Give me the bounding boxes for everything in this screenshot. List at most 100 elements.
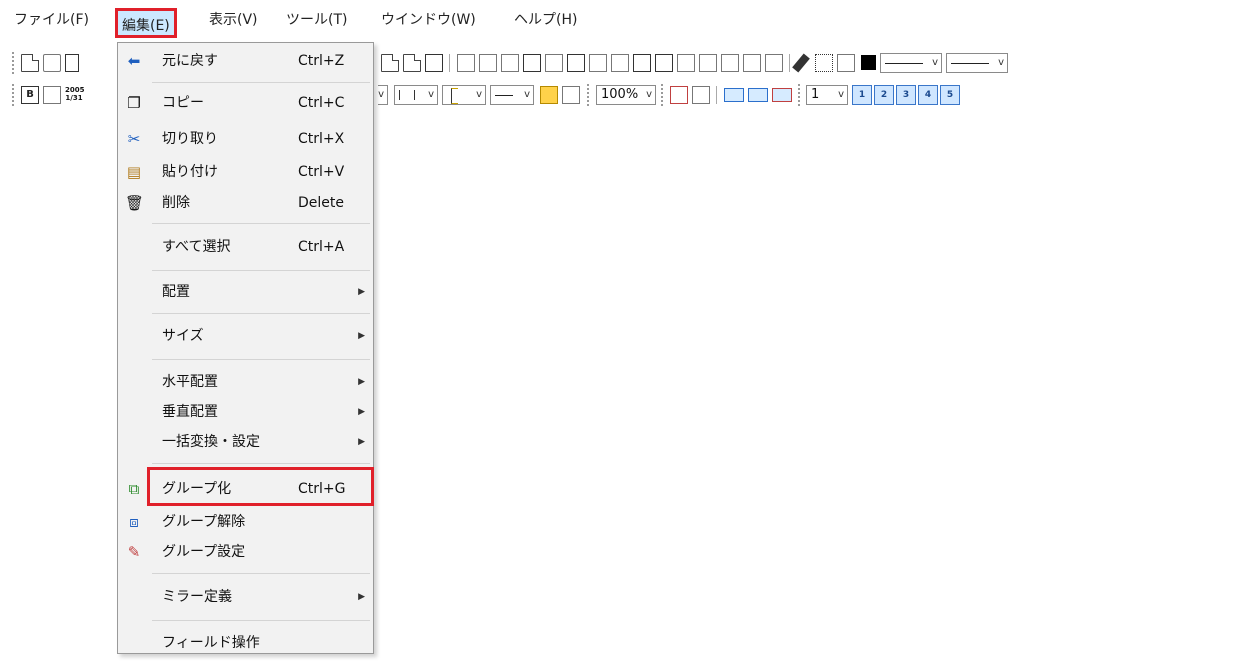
fill-color-swatch[interactable] bbox=[861, 55, 876, 70]
page-select[interactable]: 1 v bbox=[806, 85, 848, 105]
day-format-icon[interactable] bbox=[721, 54, 739, 72]
shape-icon[interactable] bbox=[381, 54, 399, 72]
align-select[interactable]: v bbox=[378, 85, 388, 105]
toolbar-grip[interactable] bbox=[661, 84, 666, 106]
border-select[interactable]: v bbox=[394, 85, 438, 105]
page-2-button[interactable]: 2 bbox=[874, 85, 894, 105]
menu-item-size[interactable]: サイズ ▶ bbox=[118, 318, 373, 354]
table-icon[interactable] bbox=[655, 54, 673, 72]
toolbar-grip[interactable] bbox=[12, 52, 17, 74]
menu-separator bbox=[152, 463, 370, 464]
time-icon[interactable] bbox=[765, 54, 783, 72]
highlight-group-item bbox=[147, 467, 374, 506]
menu-item-label: 削除 bbox=[162, 195, 190, 211]
menu-item-select-all[interactable]: すべて選択 Ctrl+A bbox=[118, 229, 373, 265]
toolbar-grip[interactable] bbox=[798, 84, 803, 106]
menu-item-label: ミラー定義 bbox=[162, 589, 232, 605]
menu-tools[interactable]: ツール(T) bbox=[286, 0, 347, 40]
menu-item-label: 切り取り bbox=[162, 131, 218, 147]
menu-item-shortcut: Ctrl+C bbox=[298, 95, 345, 111]
chevron-down-icon: v bbox=[524, 89, 530, 100]
tool-icon-f[interactable] bbox=[589, 54, 607, 72]
menu-item-cut[interactable]: ✂ 切り取り Ctrl+X bbox=[118, 121, 373, 157]
menu-item-label: サイズ bbox=[162, 328, 204, 344]
vertical-line-select[interactable]: v bbox=[442, 85, 486, 105]
tool-icon-a[interactable] bbox=[457, 54, 475, 72]
new-file-icon[interactable] bbox=[21, 54, 39, 72]
page-back-icon[interactable] bbox=[724, 88, 744, 102]
menu-separator bbox=[152, 223, 370, 224]
chevron-down-icon: v bbox=[932, 57, 938, 68]
tool-icon-e[interactable] bbox=[545, 54, 563, 72]
month-format-icon[interactable] bbox=[699, 54, 717, 72]
open-folder-icon[interactable] bbox=[43, 54, 61, 72]
menu-item-undo[interactable]: ⬅ 元に戻す Ctrl+Z bbox=[118, 43, 373, 79]
page-5-button[interactable]: 5 bbox=[940, 85, 960, 105]
print-preview-icon[interactable] bbox=[670, 86, 688, 104]
menu-item-label: 元に戻す bbox=[162, 53, 218, 69]
page-4-button[interactable]: 4 bbox=[918, 85, 938, 105]
menu-item-group-settings[interactable]: ✎ グループ設定 bbox=[118, 534, 373, 570]
chevron-down-icon: v bbox=[838, 89, 844, 100]
menu-item-arrange[interactable]: 配置 ▶ bbox=[118, 274, 373, 310]
fill-color-icon[interactable] bbox=[540, 86, 558, 104]
number-format-icon[interactable] bbox=[43, 86, 61, 104]
list-icon[interactable] bbox=[633, 54, 651, 72]
menu-item-delete[interactable]: 🗑 削除 Delete bbox=[118, 185, 373, 221]
chevron-down-icon: v bbox=[428, 89, 434, 100]
calculator-icon[interactable] bbox=[692, 86, 710, 104]
menu-separator bbox=[152, 359, 370, 360]
line-select[interactable]: v bbox=[490, 85, 534, 105]
calendar-icon[interactable] bbox=[743, 54, 761, 72]
menu-file[interactable]: ファイル(F) bbox=[14, 0, 89, 40]
page-front-icon[interactable] bbox=[748, 88, 768, 102]
menu-item-copy[interactable]: ❐ コピー Ctrl+C bbox=[118, 85, 373, 121]
menu-separator bbox=[152, 620, 370, 621]
menu-item-label: コピー bbox=[162, 95, 204, 111]
date-icon-year: 2005 bbox=[65, 86, 85, 94]
page-3-button[interactable]: 3 bbox=[896, 85, 916, 105]
barcode-icon[interactable] bbox=[815, 54, 833, 72]
menu-item-batch-convert[interactable]: 一括変換・設定 ▶ bbox=[118, 424, 373, 460]
menu-item-field-operations[interactable]: フィールド操作 bbox=[118, 625, 373, 661]
toolbar-grip[interactable] bbox=[587, 84, 592, 106]
toolbar-grip[interactable] bbox=[12, 84, 17, 106]
menu-edit[interactable]: 編集(E) bbox=[115, 8, 177, 38]
menu-window[interactable]: ウインドウ(W) bbox=[381, 0, 476, 40]
save-icon[interactable] bbox=[65, 54, 79, 72]
date-format-icon[interactable] bbox=[677, 54, 695, 72]
zoom-select[interactable]: 100% v bbox=[596, 85, 656, 105]
menu-help[interactable]: ヘルプ(H) bbox=[514, 0, 577, 40]
menu-item-shortcut: Delete bbox=[298, 195, 344, 211]
line-width-select[interactable]: v bbox=[946, 53, 1008, 73]
page-value: 1 bbox=[811, 87, 820, 102]
page-1-button[interactable]: 1 bbox=[852, 85, 872, 105]
page-a-icon[interactable] bbox=[772, 88, 792, 102]
image-icon[interactable] bbox=[837, 54, 855, 72]
chevron-down-icon: v bbox=[476, 89, 482, 100]
tool-icon-c[interactable] bbox=[501, 54, 519, 72]
menu-item-mirror-definition[interactable]: ミラー定義 ▶ bbox=[118, 579, 373, 615]
tool-icon-b[interactable] bbox=[479, 54, 497, 72]
menu-item-shortcut: Ctrl+A bbox=[298, 239, 345, 255]
menu-view[interactable]: 表示(V) bbox=[209, 0, 258, 40]
frame-color-icon[interactable] bbox=[562, 86, 580, 104]
frame-icon[interactable] bbox=[425, 54, 443, 72]
menu-separator bbox=[152, 270, 370, 271]
edit-doc-icon[interactable] bbox=[403, 54, 421, 72]
tool-icon-g[interactable] bbox=[611, 54, 629, 72]
chevron-down-icon: v bbox=[998, 57, 1004, 68]
bold-icon[interactable]: B bbox=[21, 86, 39, 104]
chevron-down-icon: v bbox=[378, 89, 384, 100]
toolbar-separator bbox=[789, 54, 790, 72]
menu-bar: ファイル(F) 編集(E) 表示(V) ツール(T) ウインドウ(W) ヘルプ(… bbox=[0, 0, 1235, 40]
cut-icon: ✂ bbox=[127, 130, 141, 148]
menu-item-label: グループ設定 bbox=[162, 544, 246, 560]
tool-icon-d[interactable] bbox=[523, 54, 541, 72]
pen-icon[interactable] bbox=[792, 53, 810, 73]
date-icon[interactable]: 2005 1/31 bbox=[65, 86, 85, 104]
toolbar-separator bbox=[716, 86, 717, 104]
line-style-select[interactable]: v bbox=[880, 53, 942, 73]
text-field-icon[interactable] bbox=[567, 54, 585, 72]
menu-separator bbox=[152, 313, 370, 314]
